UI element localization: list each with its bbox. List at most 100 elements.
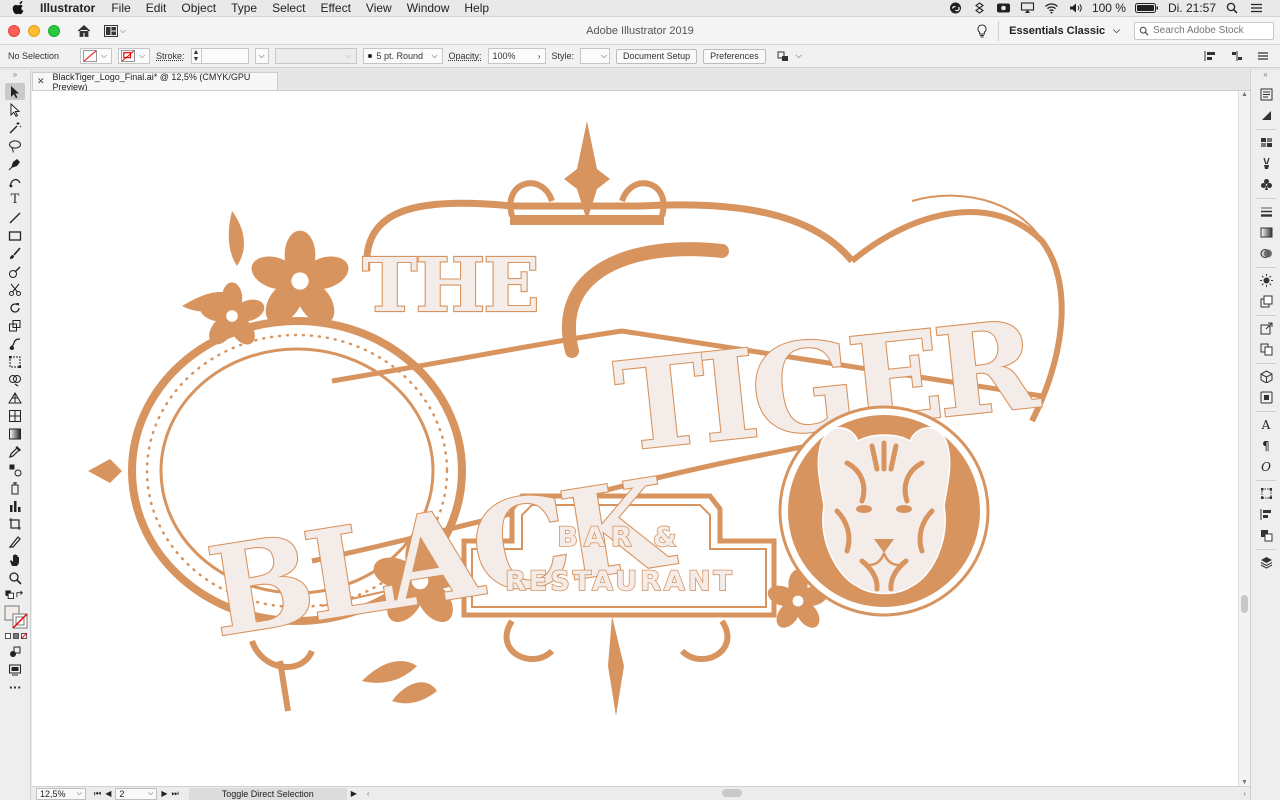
brush-definition-dropdown[interactable]: 5 pt. Round ⌵ — [362, 48, 443, 64]
pen-tool[interactable] — [5, 155, 25, 172]
document-setup-button[interactable]: Document Setup — [616, 48, 698, 64]
line-segment-tool[interactable] — [5, 209, 25, 226]
stroke-color-control[interactable]: ⌵ — [118, 48, 150, 64]
character-panel-button[interactable]: A — [1256, 416, 1276, 433]
dock-collapse-icon[interactable]: « — [1251, 70, 1280, 82]
app-menu[interactable]: Illustrator — [40, 1, 95, 15]
rectangle-tool[interactable] — [5, 227, 25, 244]
wifi-icon[interactable] — [1044, 2, 1059, 14]
status-text[interactable]: Toggle Direct Selection — [188, 787, 347, 800]
shape-builder-tool[interactable] — [5, 371, 25, 388]
opentype-panel-button[interactable]: O — [1256, 458, 1276, 475]
arrange-documents-button[interactable]: ⌵ — [104, 24, 126, 38]
airplay-icon[interactable] — [1020, 2, 1035, 14]
symbol-sprayer-tool[interactable] — [5, 479, 25, 496]
pages-panel-button[interactable] — [1256, 341, 1276, 358]
export-panel-button[interactable] — [1256, 320, 1276, 337]
horizontal-scroll-thumb[interactable] — [722, 789, 742, 797]
scissors-tool[interactable] — [5, 281, 25, 298]
window-minimize-button[interactable] — [28, 24, 40, 37]
links-panel-button[interactable] — [1256, 389, 1276, 406]
menu-edit[interactable]: Edit — [146, 1, 167, 15]
apple-icon[interactable] — [12, 1, 26, 15]
symbols-panel-button[interactable] — [1256, 176, 1276, 193]
color-mode-button[interactable] — [5, 633, 11, 639]
sync-icon[interactable] — [996, 2, 1011, 14]
home-icon[interactable] — [76, 23, 92, 39]
direct-selection-tool[interactable] — [5, 101, 25, 118]
hand-tool[interactable] — [5, 551, 25, 568]
stock-search[interactable] — [1134, 21, 1274, 40]
stroke-weight-field[interactable]: ▲ ▼ — [190, 48, 249, 64]
type-tool[interactable]: T — [5, 191, 25, 208]
stepper-icon[interactable]: ▲ ▼ — [192, 49, 202, 63]
transform-icon[interactable] — [776, 50, 790, 62]
close-tab-icon[interactable]: ✕ — [37, 76, 45, 87]
graphic-styles-panel-button[interactable] — [1256, 293, 1276, 310]
previous-artboard-icon[interactable]: ◀ — [105, 789, 111, 798]
swatches-panel-button[interactable] — [1256, 134, 1276, 151]
battery-icon[interactable] — [1134, 2, 1159, 14]
libraries-panel-button[interactable] — [1256, 107, 1276, 124]
mesh-tool[interactable] — [5, 407, 25, 424]
spotlight-icon[interactable] — [1225, 2, 1240, 14]
brushes-panel-button[interactable] — [1256, 155, 1276, 172]
rotate-tool[interactable] — [5, 299, 25, 316]
slice-tool[interactable] — [5, 533, 25, 550]
scroll-left-icon[interactable]: ‹ — [367, 789, 370, 798]
vertical-scroll-thumb[interactable] — [1241, 595, 1248, 613]
edit-toolbar-button[interactable]: ··· — [5, 679, 25, 696]
curvature-tool[interactable] — [5, 173, 25, 190]
dropbox-icon[interactable] — [972, 2, 987, 14]
artboard-tool[interactable] — [5, 515, 25, 532]
scroll-down-icon[interactable]: ▼ — [1241, 779, 1248, 786]
transform-panel-button[interactable] — [1256, 485, 1276, 502]
next-artboard-icon[interactable]: ▶ — [161, 789, 167, 798]
workspace-switcher[interactable]: Essentials Classic ⌵ — [998, 20, 1124, 41]
menu-file[interactable]: File — [111, 1, 130, 15]
black-tiger-logo[interactable]: THE BLACK TIGER BAR & RESTAURANT — [32, 91, 1238, 786]
menu-view[interactable]: View — [366, 1, 392, 15]
shaper-tool[interactable] — [5, 263, 25, 280]
chevron-right-icon[interactable]: › — [538, 52, 541, 61]
fill-stroke-indicator[interactable] — [4, 605, 28, 629]
gradient-panel-button[interactable] — [1256, 224, 1276, 241]
chevron-down-icon[interactable]: ⌵ — [796, 51, 802, 61]
column-graph-tool[interactable] — [5, 497, 25, 514]
stroke-label[interactable]: Stroke: — [156, 51, 185, 61]
vertical-scrollbar[interactable]: ▲ ▼ — [1238, 91, 1250, 786]
paragraph-panel-button[interactable]: ¶ — [1256, 437, 1276, 454]
menu-effect[interactable]: Effect — [320, 1, 350, 15]
none-mode-button[interactable] — [21, 633, 27, 639]
notification-center-icon[interactable] — [1249, 2, 1264, 14]
menu-object[interactable]: Object — [181, 1, 216, 15]
fill-color-control[interactable]: ⌵ — [80, 48, 112, 64]
artboard-number-field[interactable]: 2 ⌵ — [115, 787, 158, 800]
menu-help[interactable]: Help — [464, 1, 489, 15]
first-artboard-icon[interactable]: ⏮ — [94, 789, 101, 799]
warp-tool[interactable] — [5, 335, 25, 352]
opacity-label[interactable]: Opacity: — [449, 51, 482, 61]
3d-panel-button[interactable] — [1256, 368, 1276, 385]
window-zoom-button[interactable] — [48, 24, 60, 37]
gradient-mode-button[interactable] — [13, 633, 19, 639]
properties-panel-button[interactable] — [1256, 86, 1276, 103]
gradient-tool[interactable] — [5, 425, 25, 442]
zoom-level-field[interactable]: 12,5% ⌵ — [36, 787, 86, 800]
scroll-up-icon[interactable]: ▲ — [1241, 91, 1248, 98]
menu-window[interactable]: Window — [407, 1, 450, 15]
align-panel-button[interactable] — [1256, 506, 1276, 523]
preferences-button[interactable]: Preferences — [703, 48, 766, 64]
panel-menu-icon[interactable] — [1256, 50, 1270, 62]
default-colors-icon[interactable] — [5, 590, 14, 599]
variable-width-profile[interactable]: ⌵ — [274, 48, 357, 64]
last-artboard-icon[interactable]: ⏭ — [172, 789, 179, 799]
free-transform-tool[interactable] — [5, 353, 25, 370]
draw-mode-button[interactable] — [5, 643, 25, 660]
magic-wand-tool[interactable] — [5, 119, 25, 136]
menu-clock[interactable]: Di. 21:57 — [1168, 1, 1216, 15]
stroke-weight-dropdown[interactable]: ⌵ — [254, 48, 269, 64]
pathfinder-panel-button[interactable] — [1256, 527, 1276, 544]
selection-tool[interactable] — [5, 83, 25, 100]
screen-mode-button[interactable] — [5, 661, 25, 678]
